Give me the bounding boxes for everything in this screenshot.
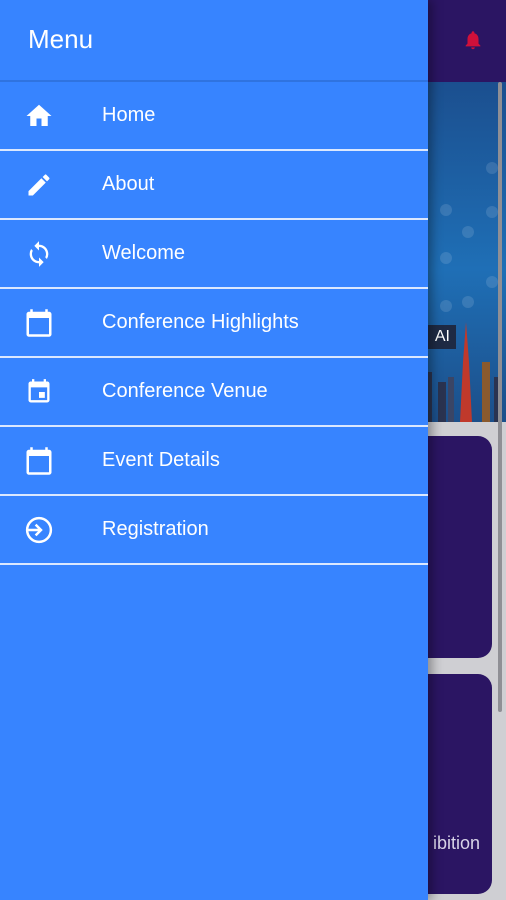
menu-item-label: Event Details <box>102 449 220 471</box>
menu-item-label: Home <box>102 104 156 126</box>
menu-item-label: Conference Venue <box>102 380 268 402</box>
menu-item-label: Conference Highlights <box>102 311 299 333</box>
bell-icon[interactable] <box>462 28 484 52</box>
menu-item-conference-venue[interactable]: Conference Venue <box>0 358 428 427</box>
menu-item-about[interactable]: About <box>0 151 428 220</box>
menu-item-home[interactable]: Home <box>0 82 428 151</box>
login-icon <box>24 515 54 545</box>
menu-item-label: Welcome <box>102 242 185 264</box>
pencil-icon <box>24 170 54 200</box>
calendar-icon <box>24 308 54 338</box>
card-label: ibition <box>432 833 480 853</box>
menu-list: Home About Welcome Conference Highlights… <box>0 82 428 565</box>
sync-icon <box>24 239 54 269</box>
menu-item-event-details[interactable]: Event Details <box>0 427 428 496</box>
menu-item-label: About <box>102 173 155 195</box>
home-icon <box>24 101 54 131</box>
calendar-event-icon <box>24 377 54 407</box>
skyline-graphic <box>426 322 502 422</box>
menu-item-label: Registration <box>102 518 209 540</box>
calendar-icon <box>24 446 54 476</box>
menu-item-conference-highlights[interactable]: Conference Highlights <box>0 289 428 358</box>
drawer-header: Menu <box>0 0 428 82</box>
menu-item-registration[interactable]: Registration <box>0 496 428 565</box>
scrollbar[interactable] <box>498 82 502 712</box>
menu-item-welcome[interactable]: Welcome <box>0 220 428 289</box>
drawer-title: Menu <box>28 24 94 54</box>
navigation-drawer: Menu Home About Welcome Conference Highl… <box>0 0 428 900</box>
